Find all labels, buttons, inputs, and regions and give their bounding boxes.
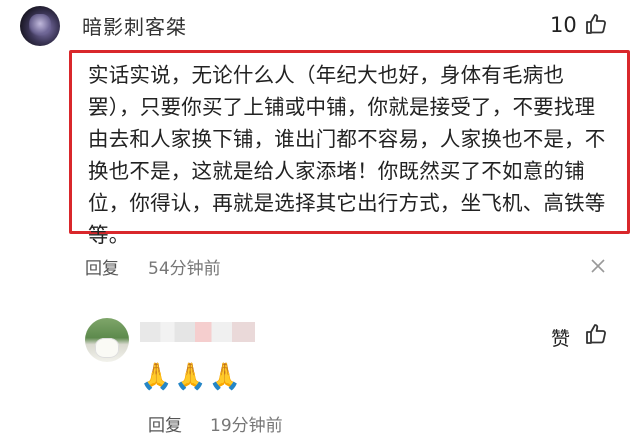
avatar[interactable] [85, 318, 129, 362]
like-button[interactable] [584, 322, 608, 350]
comment-highlight-box: 实话实说，无论什么人（年纪大也好，身体有毛病也罢），只要你买了上铺或中铺，你就是… [69, 50, 630, 247]
thumbs-up-icon [586, 14, 606, 34]
comment-text: 实话实说，无论什么人（年纪大也好，身体有毛病也罢），只要你买了上铺或中铺，你就是… [88, 63, 606, 247]
like-count: 10 [550, 13, 577, 37]
comment-timestamp: 54分钟前 [148, 259, 221, 279]
comment-emojis: 🙏🙏🙏 [140, 362, 244, 392]
blurred-username [140, 322, 255, 342]
close-icon[interactable] [590, 258, 606, 274]
comment-timestamp: 19分钟前 [210, 416, 283, 436]
thumbs-up-icon [586, 324, 606, 344]
reply-button[interactable]: 回复 [85, 254, 119, 279]
avatar[interactable] [20, 6, 60, 46]
reply-button[interactable]: 回复 [148, 411, 182, 436]
comment-username[interactable]: 暗影刺客桀 [82, 11, 187, 40]
like-button[interactable] [584, 12, 608, 40]
like-label: 赞 [551, 328, 571, 350]
